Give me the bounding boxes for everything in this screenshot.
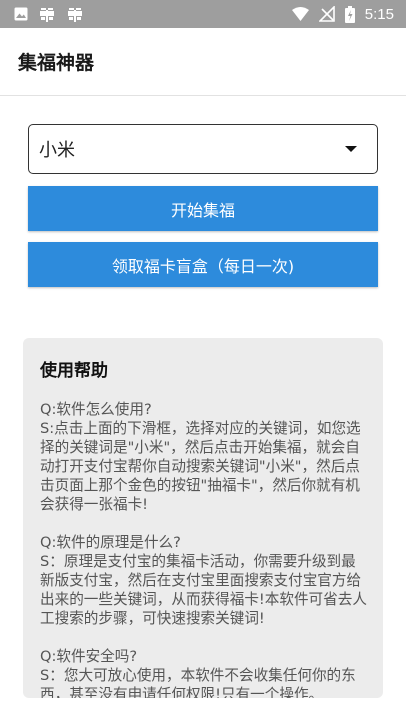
dropdown-selected-value: 小米 xyxy=(39,140,75,161)
claim-blind-box-button[interactable]: 领取福卡盲盒（每日一次) xyxy=(28,242,378,287)
status-time: 5:15 xyxy=(364,5,394,23)
status-bar: 5:15 xyxy=(0,0,406,28)
bug-icon xyxy=(66,6,84,22)
start-collect-button[interactable]: 开始集福 xyxy=(28,186,378,231)
bug-icon xyxy=(38,6,56,22)
status-bar-left xyxy=(14,6,84,22)
image-icon xyxy=(14,7,28,21)
no-signal-icon xyxy=(318,6,335,22)
status-bar-right: 5:15 xyxy=(291,5,394,23)
battery-icon xyxy=(344,5,355,23)
help-title: 使用帮助 xyxy=(40,361,108,381)
app-bar: 集福神器 xyxy=(0,28,406,96)
dropdown-arrow-icon xyxy=(345,146,357,152)
page-title: 集福神器 xyxy=(18,52,95,74)
wifi-icon xyxy=(291,7,309,21)
help-card: 使用帮助 Q:软件怎么使用? S:点击上面的下滑框，选择对应的关键词，如您选择的… xyxy=(23,338,383,698)
help-content: Q:软件怎么使用? S:点击上面的下滑框，选择对应的关键词，如您选择的关键词是"… xyxy=(40,401,367,698)
keyword-dropdown[interactable]: 小米 xyxy=(28,124,378,174)
